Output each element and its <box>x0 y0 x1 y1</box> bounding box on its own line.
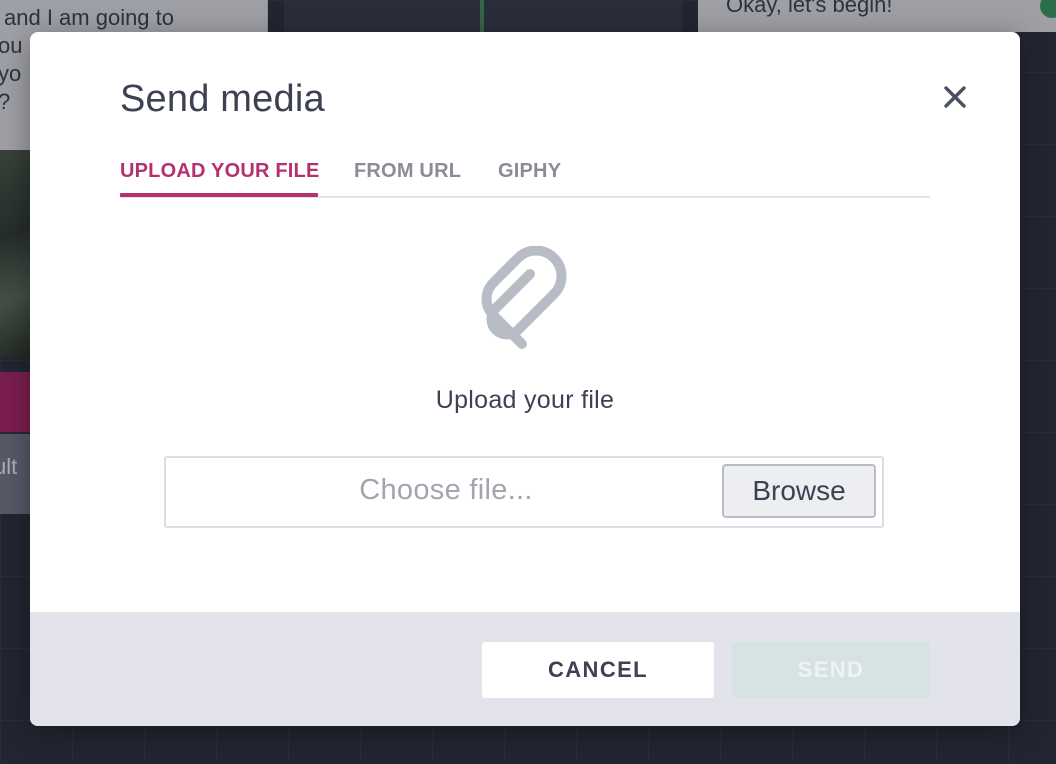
send-button[interactable]: SEND <box>732 642 930 698</box>
tab-upload-your-file[interactable]: UPLOAD YOUR FILE <box>120 160 320 183</box>
dialog-footer: CANCEL SEND <box>30 612 1020 726</box>
file-placeholder: Choose file... <box>359 474 533 506</box>
paperclip-icon <box>466 245 582 356</box>
send-media-dialog: Send media UPLOAD YOUR FILE FROM URL GIP… <box>30 32 1020 726</box>
cancel-button[interactable]: CANCEL <box>482 642 714 698</box>
file-chooser-field[interactable]: Choose file... Browse <box>164 456 884 528</box>
browse-button[interactable]: Browse <box>722 464 876 518</box>
close-icon <box>944 86 966 108</box>
active-tab-indicator <box>120 193 318 197</box>
tab-giphy[interactable]: GIPHY <box>498 160 561 183</box>
upload-label: Upload your file <box>435 386 615 414</box>
dialog-title: Send media <box>120 78 325 120</box>
tab-from-url[interactable]: FROM URL <box>354 160 461 183</box>
close-button[interactable] <box>940 82 970 112</box>
media-source-tabs: UPLOAD YOUR FILE FROM URL GIPHY <box>120 156 930 198</box>
